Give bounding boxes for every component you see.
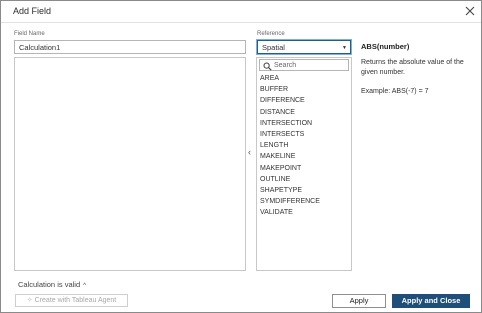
create-with-agent-button[interactable]: ✧ Create with Tableau Agent bbox=[15, 294, 128, 307]
function-item[interactable]: INTERSECTION bbox=[257, 118, 351, 129]
function-item[interactable]: SHAPETYPE bbox=[257, 185, 351, 196]
apply-and-close-button[interactable]: Apply and Close bbox=[392, 294, 470, 308]
function-item[interactable]: BUFFER bbox=[257, 84, 351, 95]
reference-category-select[interactable]: Spatial ▼ bbox=[257, 40, 351, 54]
function-item[interactable]: OUTLINE bbox=[257, 174, 351, 185]
add-field-dialog: Add Field Field Name ‹ Reference Spatial… bbox=[0, 0, 482, 313]
close-icon[interactable] bbox=[463, 4, 477, 18]
function-item[interactable]: MAKELINE bbox=[257, 151, 351, 162]
function-item[interactable]: VALIDATE bbox=[257, 207, 351, 218]
sparkle-icon: ✧ bbox=[26, 297, 33, 304]
function-help-description: Returns the absolute value of the given … bbox=[361, 59, 464, 76]
search-icon bbox=[263, 62, 272, 71]
search-placeholder: Search bbox=[274, 62, 297, 69]
apply-button[interactable]: Apply bbox=[332, 294, 386, 308]
function-item[interactable]: DISTANCE bbox=[257, 107, 351, 118]
function-item[interactable]: LENGTH bbox=[257, 140, 351, 151]
field-name-input[interactable] bbox=[14, 40, 246, 54]
function-help-example: Example: ABS(-7) = 7 bbox=[361, 88, 429, 95]
create-with-agent-label: Create with Tableau Agent bbox=[34, 297, 117, 304]
chevron-up-icon: ^ bbox=[83, 283, 86, 289]
function-item[interactable]: SYMDIFFERENCE bbox=[257, 196, 351, 207]
field-name-label: Field Name bbox=[14, 31, 45, 37]
function-items: AREA BUFFER DIFFERENCE DISTANCE INTERSECTION… bbox=[257, 73, 351, 218]
function-item[interactable]: AREA bbox=[257, 73, 351, 84]
function-item[interactable]: MAKEPOINT bbox=[257, 163, 351, 174]
reference-category-value: Spatial bbox=[262, 43, 285, 52]
collapse-reference-icon[interactable]: ‹ bbox=[248, 147, 251, 157]
function-item[interactable]: INTERSECTS bbox=[257, 129, 351, 140]
function-help-title: ABS(number) bbox=[361, 42, 410, 51]
calculation-status[interactable]: Calculation is valid ^ bbox=[18, 280, 86, 289]
calculation-status-text: Calculation is valid bbox=[18, 280, 81, 289]
function-search-input[interactable]: Search bbox=[259, 59, 349, 71]
dialog-titlebar: Add Field bbox=[1, 1, 481, 23]
chevron-down-icon: ▼ bbox=[342, 45, 347, 51]
dialog-title: Add Field bbox=[13, 6, 52, 16]
function-reference-list: Search AREA BUFFER DIFFERENCE DISTANCE INTER… bbox=[256, 57, 352, 271]
calculation-editor[interactable] bbox=[14, 57, 246, 271]
function-item[interactable]: DIFFERENCE bbox=[257, 95, 351, 106]
reference-label: Reference bbox=[257, 31, 285, 37]
